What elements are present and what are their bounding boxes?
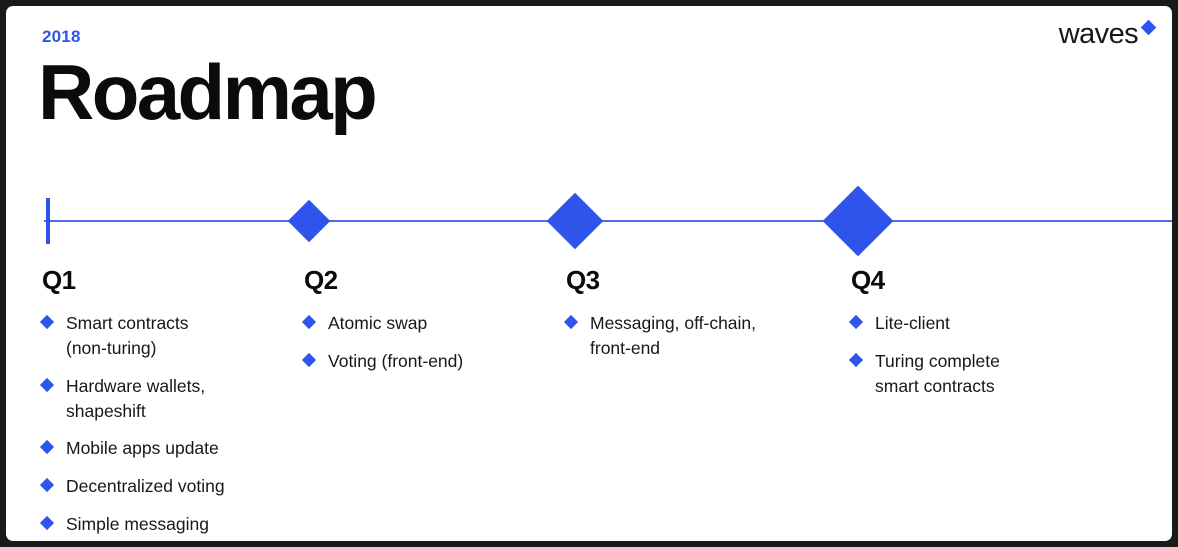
list-item: Hardware wallets, shapeshift <box>39 374 292 424</box>
diamond-bullet-icon <box>39 314 55 330</box>
list-item: Turing complete smart contracts <box>848 349 1121 399</box>
year-label: 2018 <box>42 27 81 46</box>
list-item-label: Voting (front-end) <box>328 350 464 371</box>
diamond-bullet-icon <box>301 352 317 367</box>
diamond-bullet-icon <box>39 478 55 493</box>
waves-logo: waves <box>1058 18 1157 50</box>
timeline-axis <box>44 220 1172 222</box>
diamond-bullet-icon <box>563 314 579 330</box>
diamond-bullet-icon <box>848 352 864 367</box>
list-item: Decentralized voting <box>39 474 292 499</box>
timeline-diamond-q2 <box>287 199 331 243</box>
quarter-label: Q2 <box>304 265 338 295</box>
logo-wordmark: waves <box>1058 18 1139 50</box>
quarter-column-q3: Q3 Messaging, off-chain, front-end <box>563 265 836 374</box>
quarter-column-q1: Q1 Smart contracts (non-turing) Hardware w… <box>39 265 292 541</box>
page-title: Roadmap <box>38 48 378 136</box>
quarter-item-list: Lite-client Turing complete smart contrac… <box>848 311 1121 399</box>
diamond-icon <box>1140 19 1157 36</box>
quarter-label: Q1 <box>42 265 76 295</box>
quarter-item-list: Messaging, off-chain, front-end <box>563 311 836 361</box>
list-item: Simple messaging <box>39 512 292 537</box>
quarter-label: Q4 <box>851 265 885 295</box>
list-item-label: Turing complete smart contracts <box>875 350 1000 396</box>
list-item-label: Mobile apps update <box>66 438 219 459</box>
roadmap-slide: 2018 Roadmap waves Q1 Smart contracts (no… <box>6 6 1172 541</box>
timeline <box>6 185 1172 258</box>
diamond-bullet-icon <box>301 314 317 330</box>
list-item-label: Atomic swap <box>328 313 428 333</box>
list-item: Lite-client <box>848 311 1121 336</box>
quarter-label: Q3 <box>566 265 600 295</box>
list-item: Mobile apps update <box>39 436 292 461</box>
quarter-column-q2: Q2 Atomic swap Voting (front-end) <box>301 265 554 387</box>
list-item: Atomic swap <box>301 311 554 336</box>
diamond-bullet-icon <box>39 515 55 531</box>
timeline-diamond-q4 <box>822 185 894 257</box>
list-item-label: Hardware wallets, shapeshift <box>66 375 206 421</box>
quarter-item-list: Atomic swap Voting (front-end) <box>301 311 554 374</box>
diamond-bullet-icon <box>39 377 55 392</box>
timeline-diamond-q3 <box>546 192 604 250</box>
quarter-item-list: Smart contracts (non-turing) Hardware wal… <box>39 311 292 537</box>
diamond-bullet-icon <box>39 440 55 455</box>
list-item: Voting (front-end) <box>301 349 554 374</box>
list-item: Smart contracts (non-turing) <box>39 311 292 361</box>
list-item-label: Smart contracts (non-turing) <box>66 313 189 358</box>
diamond-bullet-icon <box>848 314 864 330</box>
list-item-label: Simple messaging <box>66 514 209 535</box>
list-item-label: Lite-client <box>875 313 950 333</box>
list-item: Messaging, off-chain, front-end <box>563 311 836 361</box>
quarter-column-q4: Q4 Lite-client Turing complete smart contr… <box>848 265 1121 412</box>
list-item-label: Messaging, off-chain, front-end <box>590 313 757 358</box>
list-item-label: Decentralized voting <box>66 476 225 497</box>
timeline-start-bar <box>46 198 50 244</box>
